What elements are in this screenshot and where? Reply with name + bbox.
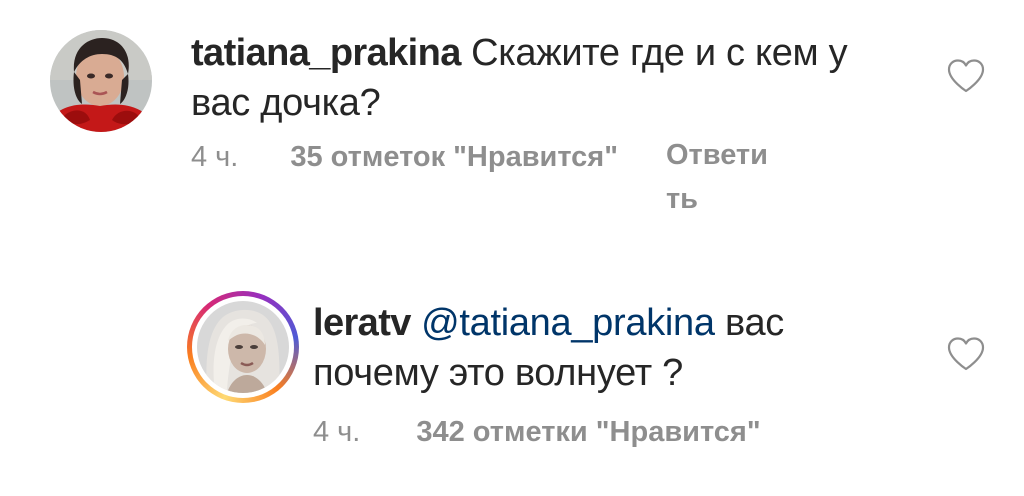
- comment-username[interactable]: tatiana_prakina: [191, 32, 461, 74]
- heart-outline-icon: [947, 59, 985, 93]
- comment-meta: 4 ч. 342 отметки "Нравится": [313, 416, 761, 449]
- reply-button-line-1: Ответи: [665, 139, 768, 171]
- avatar-ring-gap: [192, 296, 294, 398]
- comment-meta: 4 ч. 35 отметок "Нравится" Ответи ть: [191, 139, 796, 221]
- comment-item: tatiana_prakina Скажите где и с кем у ва…: [0, 0, 1024, 250]
- reply-comment-item: leratv @tatiana_prakina вас почему это в…: [0, 250, 1024, 496]
- heart-outline-icon: [947, 337, 985, 371]
- reply-button-line-2: ть: [665, 183, 699, 215]
- comment-username[interactable]: leratv: [313, 302, 411, 344]
- story-ring[interactable]: [187, 291, 299, 403]
- like-button[interactable]: [946, 336, 986, 372]
- comment-likes-count[interactable]: 35 отметок "Нравится": [290, 141, 618, 174]
- reply-button[interactable]: Ответи ть: [666, 133, 796, 221]
- comment-text-block: leratv @tatiana_prakina вас почему это в…: [313, 298, 913, 398]
- avatar-photo: [197, 301, 289, 393]
- avatar-photo: [50, 30, 152, 132]
- mention-link[interactable]: @tatiana_prakina: [421, 302, 715, 344]
- comment-likes-count[interactable]: 342 отметки "Нравится": [416, 416, 760, 449]
- like-button[interactable]: [946, 58, 986, 94]
- comment-time: 4 ч.: [191, 141, 239, 173]
- comment-text-block: tatiana_prakina Скажите где и с кем у ва…: [191, 28, 901, 128]
- comment-time: 4 ч.: [313, 416, 361, 448]
- avatar: [197, 301, 289, 393]
- avatar[interactable]: [50, 30, 152, 132]
